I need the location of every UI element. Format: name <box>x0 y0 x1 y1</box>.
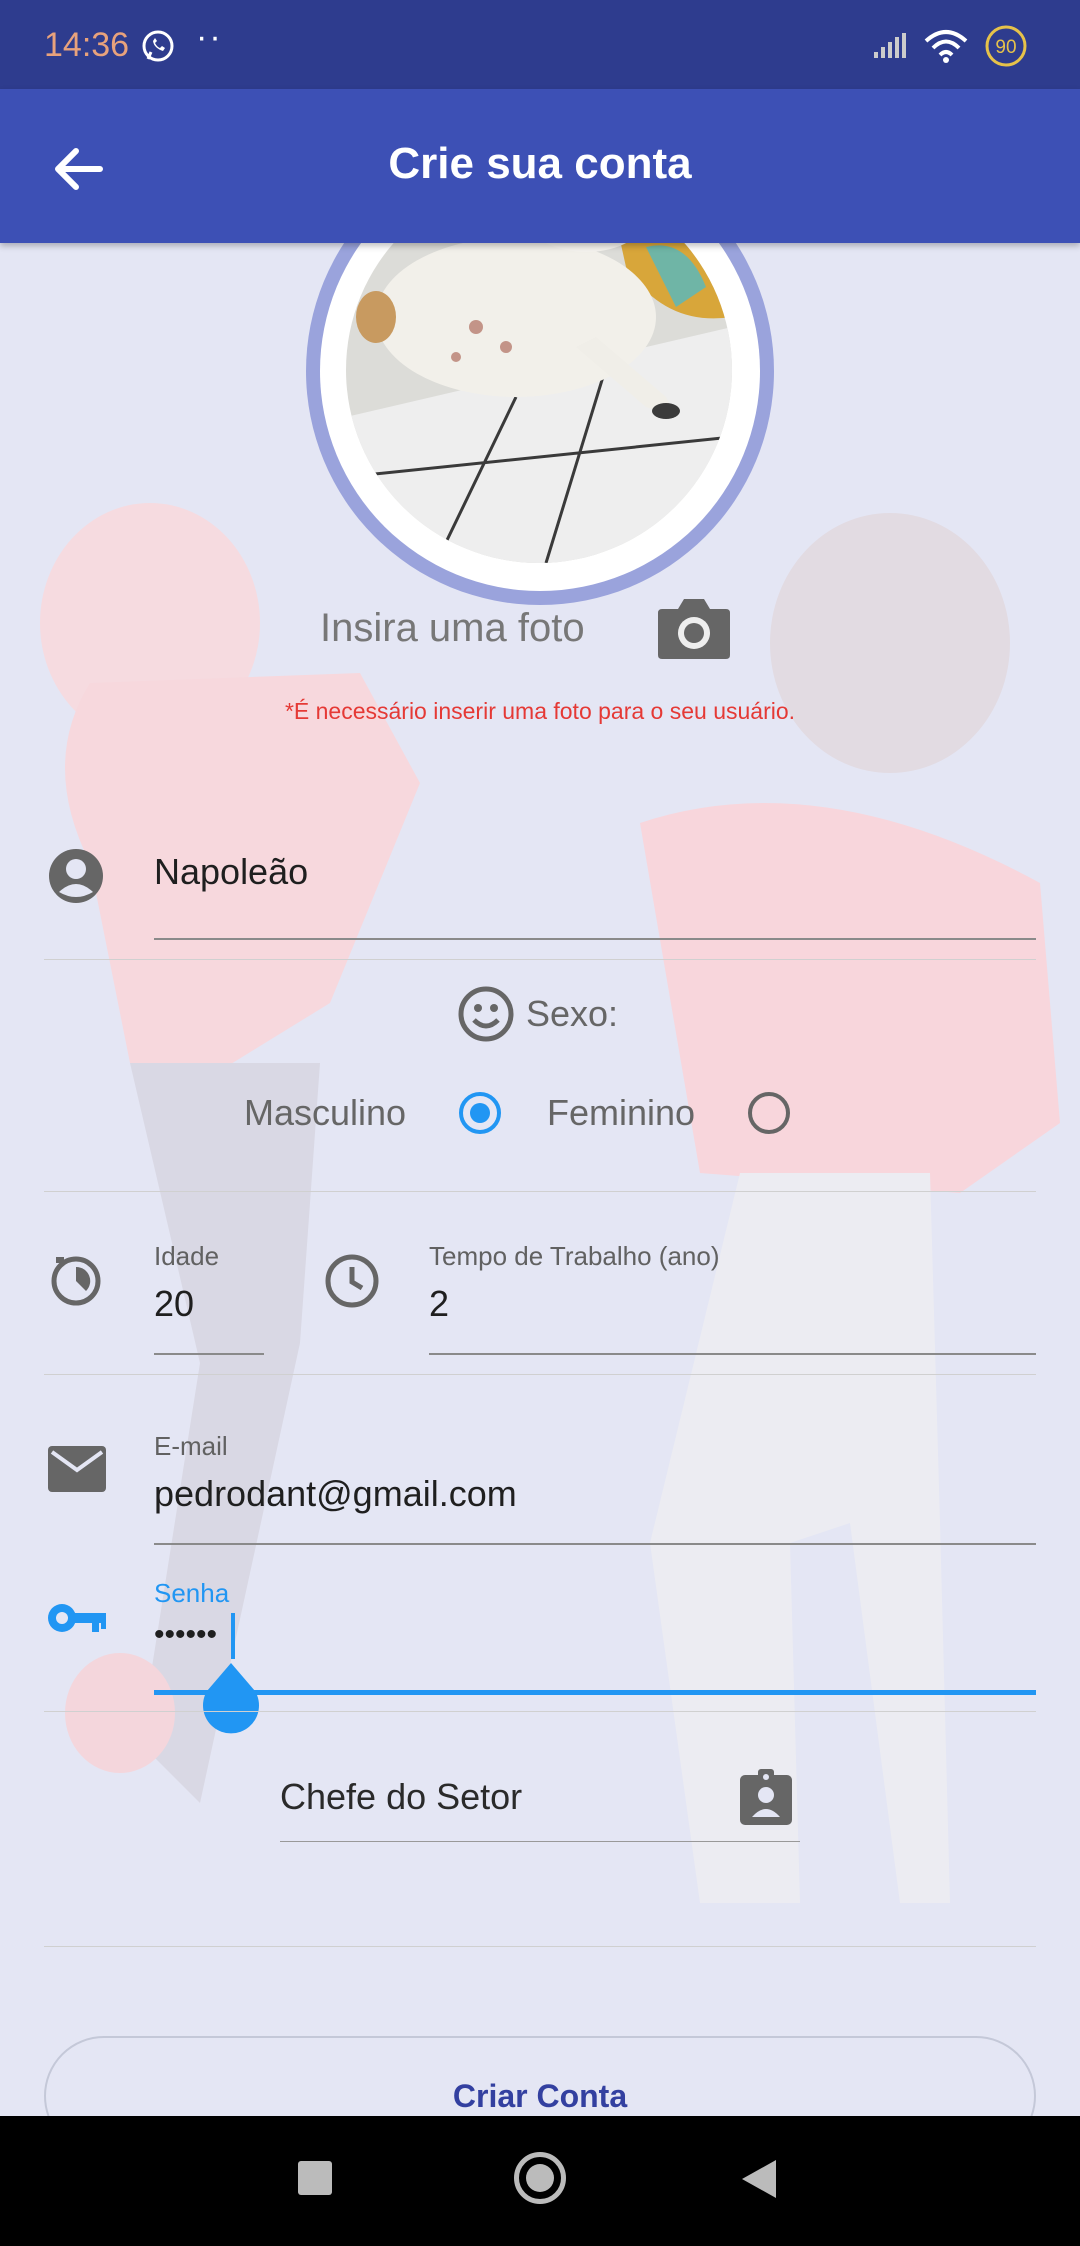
email-icon <box>48 1446 106 1497</box>
age-input[interactable]: 20 <box>154 1283 194 1325</box>
sex-label: Sexo: <box>526 993 619 1034</box>
cursor-handle[interactable] <box>199 1663 263 1737</box>
email-label: E-mail <box>154 1431 228 1461</box>
wifi-icon <box>924 29 968 68</box>
clock-icon <box>324 1253 380 1314</box>
status-bar: 14:36 ·· 90 <box>0 0 1080 89</box>
whatsapp-icon <box>140 28 176 69</box>
photo-error-message: *É necessário inserir uma foto para o se… <box>284 698 796 724</box>
camera-icon[interactable] <box>656 595 732 661</box>
home-icon[interactable] <box>514 2152 566 2204</box>
male-option-label[interactable]: Masculino <box>244 1092 406 1134</box>
svg-text:90: 90 <box>995 37 1016 58</box>
status-time: 14:36 <box>44 26 130 64</box>
page-title: Crie sua conta <box>388 139 692 188</box>
age-label: Idade <box>154 1241 220 1271</box>
female-option-label[interactable]: Feminino <box>547 1092 695 1134</box>
text-cursor <box>231 1613 235 1659</box>
notification-dots-icon: ·· <box>196 18 223 56</box>
back-nav-icon[interactable] <box>740 2158 778 2205</box>
timelapse-icon <box>50 1255 102 1312</box>
insert-photo-label: Insira uma foto <box>320 606 585 650</box>
signal-icon <box>872 32 908 65</box>
assignment-ind-icon[interactable] <box>740 1769 792 1830</box>
system-nav-bar <box>0 2116 1080 2246</box>
app-bar: Crie sua conta <box>0 89 1080 243</box>
name-input[interactable]: Napoleão <box>154 851 308 893</box>
smiley-icon <box>458 986 514 1047</box>
work-time-input[interactable]: 2 <box>429 1283 449 1325</box>
email-input[interactable]: pedrodant@gmail.com <box>154 1473 517 1515</box>
create-account-button[interactable]: Criar Conta <box>44 2036 1036 2116</box>
male-radio[interactable] <box>459 1092 501 1134</box>
password-label: Senha <box>154 1578 230 1608</box>
battery-icon: 90 <box>984 24 1028 73</box>
role-field[interactable]: Chefe do Setor <box>280 1776 522 1818</box>
password-input[interactable]: •••••• <box>154 1618 217 1652</box>
signup-form[interactable]: Insira uma foto *É necessário inserir um… <box>0 243 1080 2116</box>
recent-apps-icon[interactable] <box>298 2161 332 2195</box>
account-circle-icon <box>48 848 104 909</box>
key-icon <box>46 1600 108 1641</box>
password-focus-underline <box>154 1690 1036 1695</box>
work-time-label: Tempo de Trabalho (ano) <box>429 1241 720 1271</box>
female-radio[interactable] <box>748 1092 790 1134</box>
